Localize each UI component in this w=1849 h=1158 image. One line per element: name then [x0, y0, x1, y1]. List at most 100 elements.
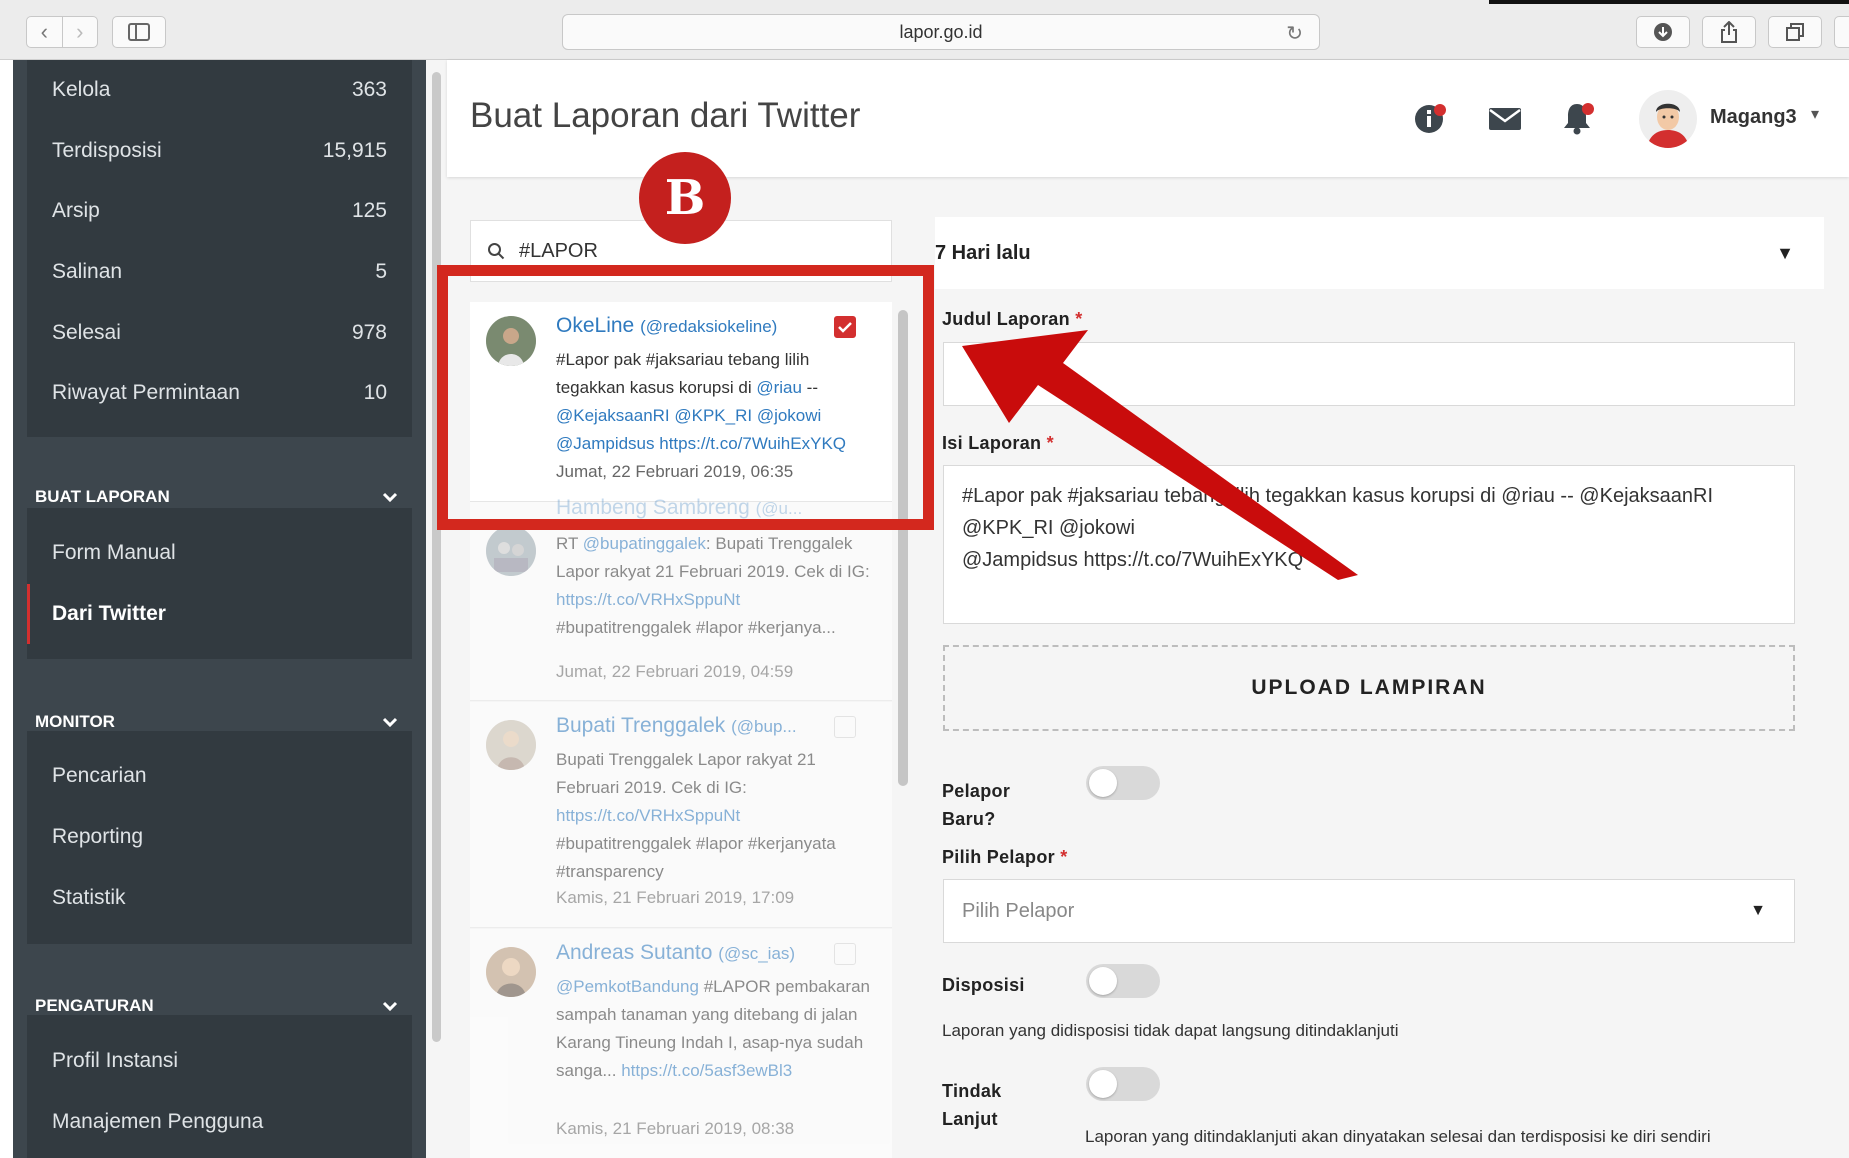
tweet-item[interactable]: Andreas Sutanto (@sc_ias) @PemkotBandung…	[470, 929, 892, 1158]
share-icon	[1721, 21, 1737, 43]
pelapor-baru-toggle[interactable]	[1086, 766, 1160, 800]
judul-laporan-input[interactable]	[943, 342, 1795, 406]
sidebar-toggle-button[interactable]	[112, 16, 166, 48]
label-text: Isi Laporan	[942, 433, 1042, 453]
required-mark: *	[1046, 433, 1054, 453]
mail-icon[interactable]	[1487, 100, 1523, 136]
sidebar-item-profil-instansi[interactable]: Profil Instansi	[27, 1031, 412, 1091]
sidebar-item-riwayat-permintaan[interactable]: Riwayat Permintaan 10	[27, 363, 412, 423]
search-icon	[487, 242, 505, 260]
tweet-link[interactable]: https://t.co/VRHxSppuNt	[556, 806, 740, 825]
avatar	[486, 947, 536, 997]
sidebar-item-label: Dari Twitter	[52, 602, 166, 625]
new-tab-button[interactable]	[1834, 16, 1849, 48]
caret-down-icon: ▼	[1776, 242, 1794, 263]
tweet-link[interactable]: https://t.co/VRHxSppuNt	[556, 590, 740, 609]
tweet-text: Bupati Trenggalek Lapor rakyat 21 Februa…	[556, 746, 876, 886]
tweet-author[interactable]: Bupati Trenggalek (@bup...	[556, 714, 797, 738]
sidebar-item-count: 10	[363, 381, 387, 404]
tweet-author-name: Andreas Sutanto	[556, 941, 713, 964]
tweet-link[interactable]: @bupatinggalek	[583, 534, 706, 553]
sidebar-item-dari-twitter[interactable]: Dari Twitter	[27, 584, 412, 644]
label-line: Lanjut	[942, 1109, 998, 1129]
tabs-icon	[1786, 23, 1804, 41]
sidebar-item-statistik[interactable]: Statistik	[27, 868, 412, 928]
disposisi-toggle[interactable]	[1086, 964, 1160, 998]
tweet-select-checkbox[interactable]	[834, 943, 856, 965]
label-line: Pelapor	[942, 781, 1011, 801]
sidebar-item-label: Statistik	[52, 886, 126, 909]
chevron-down-icon	[382, 492, 398, 502]
section-title: BUAT LAPORAN	[35, 487, 170, 506]
sidebar-item-terdisposisi[interactable]: Terdisposisi 15,915	[27, 121, 412, 181]
judul-laporan-label: Judul Laporan *	[942, 309, 1083, 330]
annotation-badge: B	[639, 152, 731, 244]
page-header: Buat Laporan dari Twitter Magang3 ▾	[447, 60, 1849, 177]
textarea-value: #Lapor pak #jaksariau tebang lilih tegak…	[962, 485, 1714, 571]
sidebar-item-form-manual[interactable]: Form Manual	[27, 523, 412, 583]
sidebar-item-count: 5	[375, 260, 387, 283]
user-name[interactable]: Magang3	[1710, 106, 1797, 129]
pilih-pelapor-select[interactable]: Pilih Pelapor ▼	[943, 879, 1795, 943]
tweet-date: Kamis, 21 Februari 2019, 08:38	[556, 1119, 795, 1138]
tweet-link[interactable]: https://t.co/5asf3ewBl3	[621, 1061, 792, 1080]
sidebar-item-kelola[interactable]: Kelola 363	[27, 60, 412, 120]
sidebar-group-pengaturan: Profil Instansi Manajemen Pengguna	[27, 1015, 412, 1158]
sidebar-item-manajemen-pengguna[interactable]: Manajemen Pengguna	[27, 1092, 412, 1152]
section-title: PENGATURAN	[35, 996, 154, 1015]
sidebar-item-label: Terdisposisi	[52, 139, 162, 162]
tweet-item[interactable]: Hambeng Sambreng (@u... RT @bupatinggale…	[470, 496, 892, 701]
sidebar: Kelola 363 Terdisposisi 15,915 Arsip 125…	[0, 60, 426, 1158]
tweet-author[interactable]: Andreas Sutanto (@sc_ias)	[556, 941, 795, 965]
tweet-select-checkbox[interactable]	[834, 716, 856, 738]
back-button[interactable]: ‹	[27, 17, 62, 47]
sidebar-item-pencarian[interactable]: Pencarian	[27, 746, 412, 806]
tweet-text: @PemkotBandung #LAPOR pembakaran sampah …	[556, 973, 876, 1085]
user-avatar-icon	[1639, 90, 1697, 148]
url-text: lapor.go.id	[899, 21, 983, 42]
sidebar-item-count: 978	[351, 321, 387, 344]
upload-attachment-button[interactable]: UPLOAD LAMPIRAN	[943, 645, 1795, 731]
info-alert-icon[interactable]	[1413, 100, 1449, 136]
bell-icon[interactable]	[1561, 100, 1597, 136]
tweet-link[interactable]: @PemkotBandung	[556, 977, 699, 996]
caret-down-icon[interactable]: ▾	[1811, 104, 1819, 124]
share-button[interactable]	[1702, 16, 1756, 48]
search-value: #LAPOR	[519, 239, 598, 262]
disposisi-helper-text: Laporan yang didisposisi tidak dapat lan…	[942, 1021, 1399, 1040]
disposisi-label: Disposisi	[942, 975, 1025, 996]
tweet-text: RT @bupatinggalek: Bupati Trenggalek Lap…	[556, 530, 876, 642]
browser-toolbar: ‹ › lapor.go.id ↻	[0, 0, 1849, 60]
tweet-item[interactable]: Bupati Trenggalek (@bup... Bupati Trengg…	[470, 702, 892, 928]
required-mark: *	[1075, 309, 1083, 329]
sidebar-item-count: 363	[351, 78, 387, 101]
sidebar-item-count: 125	[351, 199, 387, 222]
isi-laporan-textarea[interactable]: #Lapor pak #jaksariau tebang lilih tegak…	[943, 465, 1795, 624]
forward-button[interactable]: ›	[61, 17, 98, 47]
sidebar-item-label: Form Manual	[52, 541, 176, 564]
sidebar-inbox-group: Kelola 363 Terdisposisi 15,915 Arsip 125…	[27, 60, 412, 437]
reload-icon[interactable]: ↻	[1286, 21, 1303, 46]
sidebar-item-arsip[interactable]: Arsip 125	[27, 181, 412, 241]
tindak-lanjut-toggle[interactable]	[1086, 1067, 1160, 1101]
chevron-down-icon	[382, 717, 398, 727]
tindak-lanjut-helper-text: Laporan yang ditindaklanjuti akan dinyat…	[1085, 1127, 1711, 1146]
address-bar[interactable]: lapor.go.id ↻	[562, 14, 1320, 50]
downloads-button[interactable]	[1636, 16, 1690, 48]
sidebar-item-label: Pencarian	[52, 764, 147, 787]
sidebar-scrollbar[interactable]	[432, 72, 441, 1042]
sidebar-item-salinan[interactable]: Salinan 5	[27, 242, 412, 302]
sidebar-item-label: Salinan	[52, 260, 123, 283]
avatar[interactable]	[1639, 90, 1697, 148]
isi-laporan-label: Isi Laporan *	[942, 433, 1054, 454]
sidebar-item-selesai[interactable]: Selesai 978	[27, 303, 412, 363]
badge-letter: B	[664, 170, 706, 226]
period-select[interactable]: 7 Hari lalu ▼	[935, 217, 1824, 289]
label-text: Disposisi	[942, 975, 1025, 995]
sidebar-icon	[128, 23, 150, 41]
tweet-text-part: RT	[556, 534, 583, 553]
sidebar-item-reporting[interactable]: Reporting	[27, 807, 412, 867]
sidebar-item-label: Kelola	[52, 78, 111, 101]
sidebar-group-buat-laporan: Form Manual Dari Twitter	[27, 508, 412, 659]
tabs-button[interactable]	[1768, 16, 1822, 48]
